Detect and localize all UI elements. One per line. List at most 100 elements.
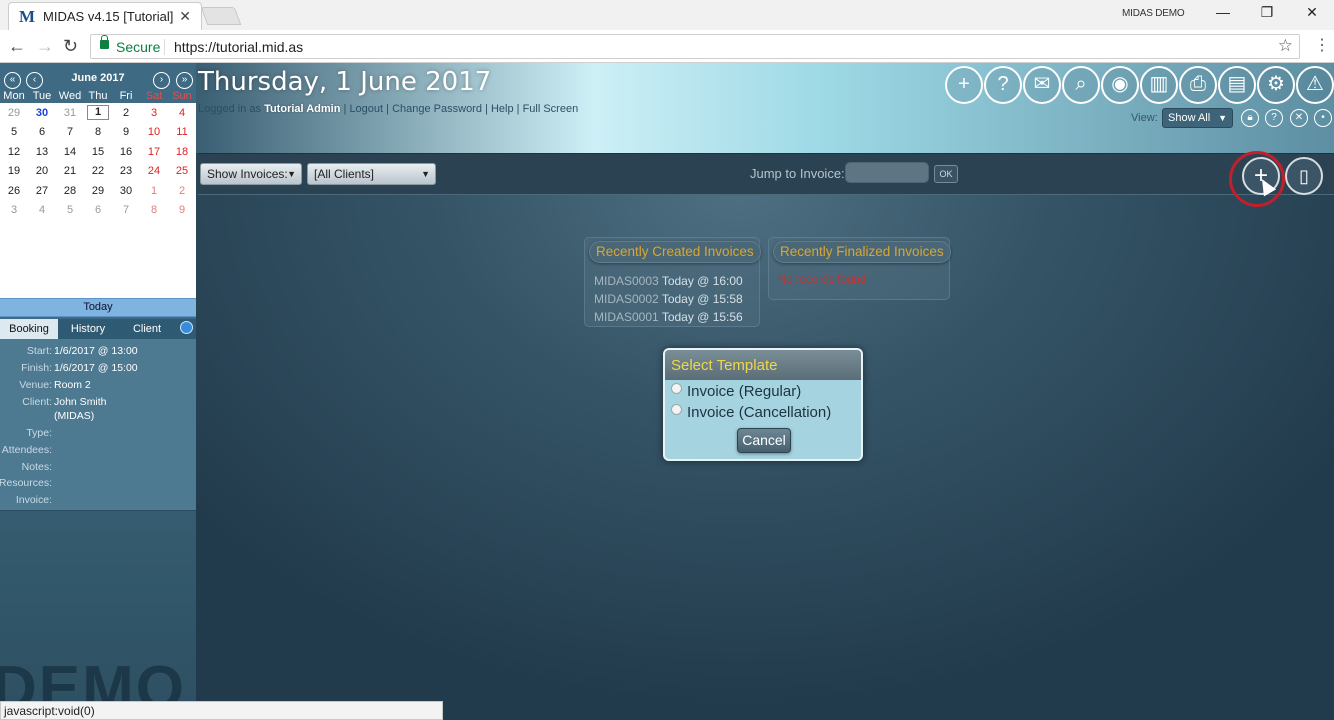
- invoice-row[interactable]: MIDAS0001 Today @ 15:56: [594, 310, 743, 324]
- cancel-button[interactable]: Cancel: [737, 428, 791, 453]
- browser-menu-icon[interactable]: ⋮: [1314, 35, 1330, 55]
- full-screen-link[interactable]: Full Screen: [523, 103, 579, 115]
- tab-history[interactable]: History: [60, 319, 116, 339]
- back-arrow-icon[interactable]: ←: [8, 36, 26, 57]
- close-small-icon[interactable]: ✕: [1290, 109, 1308, 127]
- calendar-day[interactable]: 8: [84, 123, 112, 143]
- calendar-day[interactable]: 2: [112, 103, 140, 123]
- change-password-link[interactable]: Change Password: [392, 103, 482, 115]
- invoice-code[interactable]: MIDAS0001: [594, 310, 659, 324]
- help-small-icon[interactable]: ?: [1265, 109, 1283, 127]
- settings-small-icon[interactable]: •: [1314, 109, 1332, 127]
- help-icon[interactable]: ?: [984, 66, 1022, 104]
- jump-to-invoice-input[interactable]: [845, 162, 929, 183]
- calendar-day[interactable]: 17: [140, 142, 168, 162]
- reload-icon[interactable]: ↻: [63, 36, 78, 57]
- calendar-day[interactable]: 30: [28, 103, 56, 123]
- ok-button[interactable]: OK: [934, 165, 958, 183]
- lock-small-icon[interactable]: 🔒︎: [1241, 109, 1259, 127]
- new-tab-button[interactable]: [200, 7, 242, 25]
- calendar-day[interactable]: 27: [28, 181, 56, 201]
- calendar-day[interactable]: 24: [140, 162, 168, 182]
- calendar-day[interactable]: 8: [140, 201, 168, 221]
- print-icon[interactable]: ⎙: [1179, 66, 1217, 104]
- calendar-day[interactable]: 21: [56, 162, 84, 182]
- template-option-regular[interactable]: Invoice (Regular): [671, 383, 801, 400]
- calendar-day[interactable]: 6: [28, 123, 56, 143]
- profile-name[interactable]: MIDAS DEMO: [1122, 8, 1185, 19]
- show-invoices-select[interactable]: Show Invoices: ▼: [200, 163, 302, 185]
- calendar-day[interactable]: 2: [168, 181, 196, 201]
- calendar-day[interactable]: 31: [56, 103, 84, 123]
- calendar-day[interactable]: 15: [84, 142, 112, 162]
- minimize-icon[interactable]: —: [1208, 4, 1238, 20]
- tab-client[interactable]: Client: [120, 319, 174, 339]
- calendar-day[interactable]: 26: [0, 181, 28, 201]
- calendar-day[interactable]: 13: [28, 142, 56, 162]
- url-text[interactable]: https://tutorial.mid.as: [174, 39, 303, 55]
- calendar-day[interactable]: 23: [112, 162, 140, 182]
- calendar-day[interactable]: 10: [140, 123, 168, 143]
- settings-gear-icon[interactable]: ⚙: [1257, 66, 1295, 104]
- forward-arrow-icon[interactable]: →: [36, 36, 54, 57]
- prev-month-icon[interactable]: ‹: [26, 72, 43, 89]
- calendar-day[interactable]: 9: [168, 201, 196, 221]
- calendar-day[interactable]: 1: [140, 181, 168, 201]
- calendar-day[interactable]: 29: [84, 181, 112, 201]
- calendar-day[interactable]: 25: [168, 162, 196, 182]
- tab-booking[interactable]: Booking: [0, 319, 58, 339]
- calendar-day[interactable]: 7: [112, 201, 140, 221]
- alert-icon[interactable]: ⚠: [1296, 66, 1334, 104]
- view-eye-icon[interactable]: ◉: [1101, 66, 1139, 104]
- invoice-document-icon[interactable]: ▯: [1285, 157, 1323, 195]
- calendar-day[interactable]: 7: [56, 123, 84, 143]
- invoice-row[interactable]: MIDAS0003 Today @ 16:00: [594, 274, 743, 288]
- invoice-row[interactable]: MIDAS0002 Today @ 15:58: [594, 292, 743, 306]
- next-year-icon[interactable]: »: [176, 72, 193, 89]
- logout-link[interactable]: Logout: [349, 103, 383, 115]
- calendar-day[interactable]: 30: [112, 181, 140, 201]
- calendar-day[interactable]: 18: [168, 142, 196, 162]
- next-month-icon[interactable]: ›: [153, 72, 170, 89]
- window-close-icon[interactable]: ✕: [1297, 4, 1327, 21]
- calendar-day[interactable]: 22: [84, 162, 112, 182]
- address-bar[interactable]: Secure https://tutorial.mid.as ☆: [90, 34, 1300, 59]
- calendar-day[interactable]: 11: [168, 123, 196, 143]
- calendar-day[interactable]: 19: [0, 162, 28, 182]
- tab-close-icon[interactable]: ✕: [179, 8, 191, 25]
- calendar-day[interactable]: 12: [0, 142, 28, 162]
- calendar-day[interactable]: 5: [56, 201, 84, 221]
- clients-select[interactable]: [All Clients] ▼: [307, 163, 436, 185]
- bookmark-star-icon[interactable]: ☆: [1278, 36, 1293, 56]
- browser-tab[interactable]: M MIDAS v4.15 [Tutorial] ✕: [8, 2, 202, 30]
- calculator-icon[interactable]: ▤: [1218, 66, 1256, 104]
- calendar-day[interactable]: 14: [56, 142, 84, 162]
- invoice-code[interactable]: MIDAS0002: [594, 292, 659, 306]
- calendar-day[interactable]: 3: [140, 103, 168, 123]
- calendar-day[interactable]: 4: [28, 201, 56, 221]
- calendar-day[interactable]: 28: [56, 181, 84, 201]
- radio-cancellation[interactable]: [671, 404, 682, 415]
- search-icon[interactable]: ⌕: [1062, 66, 1100, 104]
- refresh-icon[interactable]: [180, 321, 193, 334]
- help-link[interactable]: Help: [491, 103, 514, 115]
- calendar-day[interactable]: 9: [112, 123, 140, 143]
- calendar-day[interactable]: 4: [168, 103, 196, 123]
- calendar-day-today[interactable]: 1: [84, 103, 112, 123]
- restore-icon[interactable]: ❐: [1252, 4, 1282, 21]
- mail-icon[interactable]: ✉: [1023, 66, 1061, 104]
- prev-year-icon[interactable]: «: [4, 72, 21, 89]
- calendar-day[interactable]: 29: [0, 103, 28, 123]
- calendar-day[interactable]: 16: [112, 142, 140, 162]
- calendar-day[interactable]: 6: [84, 201, 112, 221]
- view-select[interactable]: Show All ▼: [1162, 108, 1233, 128]
- invoice-code[interactable]: MIDAS0003: [594, 274, 659, 288]
- calendar-day[interactable]: 3: [0, 201, 28, 221]
- statistics-icon[interactable]: ▥: [1140, 66, 1178, 104]
- user-name[interactable]: Tutorial Admin: [264, 103, 340, 115]
- add-icon[interactable]: +: [945, 66, 983, 104]
- today-button[interactable]: Today: [0, 298, 196, 317]
- calendar-day[interactable]: 20: [28, 162, 56, 182]
- radio-regular[interactable]: [671, 383, 682, 394]
- template-option-cancellation[interactable]: Invoice (Cancellation): [671, 404, 831, 421]
